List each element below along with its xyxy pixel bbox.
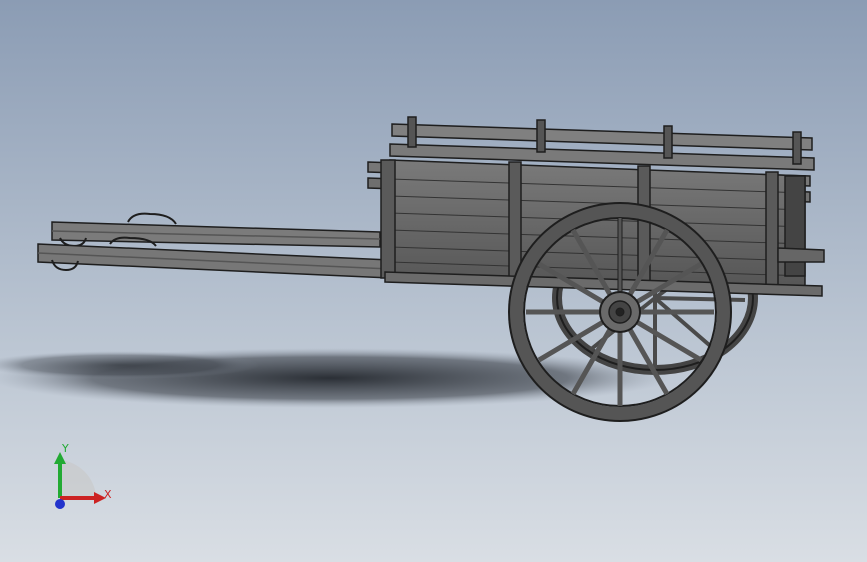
front-wheel[interactable] (508, 202, 732, 422)
cart-model[interactable] (0, 0, 867, 562)
cart-body[interactable] (380, 159, 825, 297)
y-axis-label: Y (61, 442, 69, 455)
x-axis-label: X (104, 488, 112, 501)
orientation-triad: Y X (54, 442, 112, 509)
shaft-upper[interactable] (51, 212, 381, 248)
z-axis-dot (55, 499, 65, 509)
3d-viewport[interactable]: Y X (0, 0, 867, 562)
